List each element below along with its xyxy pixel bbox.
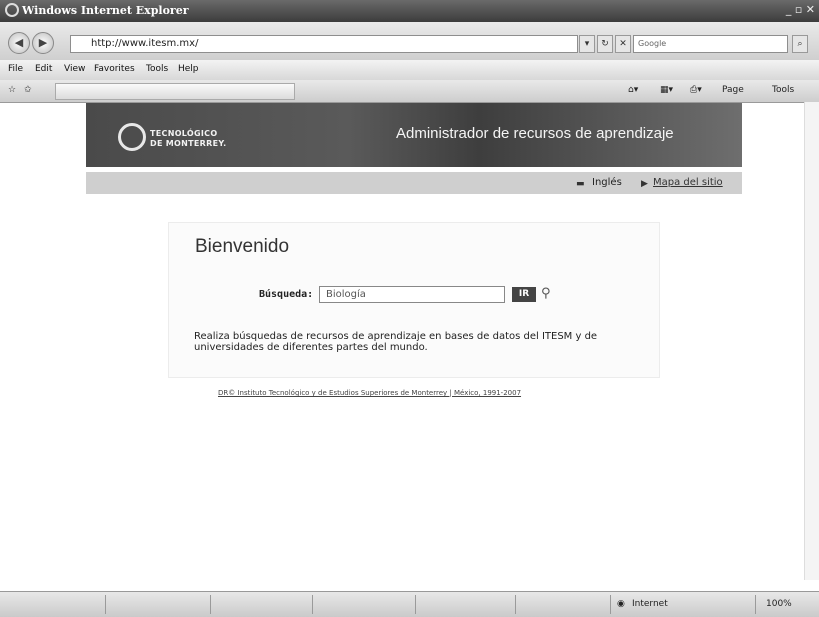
status-divider (610, 595, 611, 614)
search-input[interactable]: Google (633, 35, 788, 53)
status-zone: Internet (632, 599, 668, 609)
search-magnifier-icon[interactable]: ⌕ (792, 35, 808, 53)
window-controls[interactable]: _ ▫ ✕ (786, 3, 815, 16)
copyright-footer[interactable]: DR© Instituto Tecnológico y de Estudios … (218, 389, 521, 397)
status-divider (105, 595, 106, 614)
ingles-link[interactable]: Inglés (592, 177, 622, 188)
status-divider (515, 595, 516, 614)
back-arrow-icon[interactable]: ◀ (8, 32, 30, 54)
tools-menu[interactable]: Tools (772, 85, 794, 95)
menu-help[interactable]: Help (178, 64, 199, 74)
browser-tab[interactable] (55, 83, 295, 100)
print-icon[interactable]: ⎙▾ (690, 85, 702, 95)
forward-arrow-icon[interactable]: ▶ (32, 32, 54, 54)
home-icon[interactable]: ⌂▾ (628, 85, 638, 95)
menu-tools[interactable]: Tools (146, 64, 168, 74)
feeds-icon[interactable]: ▦▾ (660, 85, 673, 95)
add-favorite-icon[interactable]: ✩ (24, 85, 32, 95)
menu-file[interactable]: File (8, 64, 23, 74)
status-divider (210, 595, 211, 614)
banner-title: Administrador de recursos de aprendizaje (396, 125, 674, 142)
stop-icon[interactable]: ✕ (615, 35, 631, 53)
zoom-level[interactable]: 100% (766, 599, 792, 609)
status-divider (312, 595, 313, 614)
ir-button[interactable]: IR (512, 287, 536, 302)
status-bar: ◉ Internet 100% (0, 591, 819, 617)
address-toolbar: ◀ ▶ http://www.itesm.mx/ ▾ ↻ ✕ Google ⌕ (0, 22, 819, 60)
search-label: Búsqueda: (259, 289, 314, 300)
sitemap-link[interactable]: Mapa del sitio (653, 177, 723, 188)
busqueda-input[interactable]: Biología (319, 286, 505, 303)
description-text: Realiza búsquedas de recursos de aprendi… (194, 331, 598, 353)
menu-bar: File Edit View Favorites Tools Help (0, 60, 819, 81)
menu-favorites[interactable]: Favorites (94, 64, 135, 74)
sub-navigation: ▬ Inglés ▶ Mapa del sitio (86, 172, 742, 194)
tec-seal-icon (118, 123, 146, 151)
status-divider (415, 595, 416, 614)
arrow-right-icon: ▶ (641, 179, 648, 189)
globe-icon: ◉ (617, 599, 625, 609)
magnifier-icon[interactable]: ⚲ (541, 286, 551, 301)
page-menu[interactable]: Page (722, 85, 744, 95)
refresh-icon[interactable]: ↻ (597, 35, 613, 53)
command-bar: ☆ ✩ ⌂▾ ▦▾ ⎙▾ Page Tools (0, 80, 819, 103)
menu-view[interactable]: View (64, 64, 85, 74)
window-title: Windows Internet Explorer (22, 4, 189, 17)
status-divider (755, 595, 756, 614)
vertical-scrollbar[interactable] (804, 102, 819, 580)
address-input[interactable]: http://www.itesm.mx/ (70, 35, 578, 53)
title-bar: Windows Internet Explorer _ ▫ ✕ (0, 0, 819, 22)
logo-line-2: DE MONTERREY. (150, 139, 227, 148)
logo-line-1: TECNOLÓGICO (150, 129, 218, 138)
menu-edit[interactable]: Edit (35, 64, 52, 74)
page-title: Bienvenido (195, 236, 290, 257)
flag-icon: ▬ (576, 179, 585, 189)
ie-logo-icon (5, 3, 19, 17)
favorites-star-icon[interactable]: ☆ (8, 85, 16, 95)
address-dropdown-icon[interactable]: ▾ (579, 35, 595, 53)
site-banner: TECNOLÓGICO DE MONTERREY. Administrador … (86, 103, 742, 167)
